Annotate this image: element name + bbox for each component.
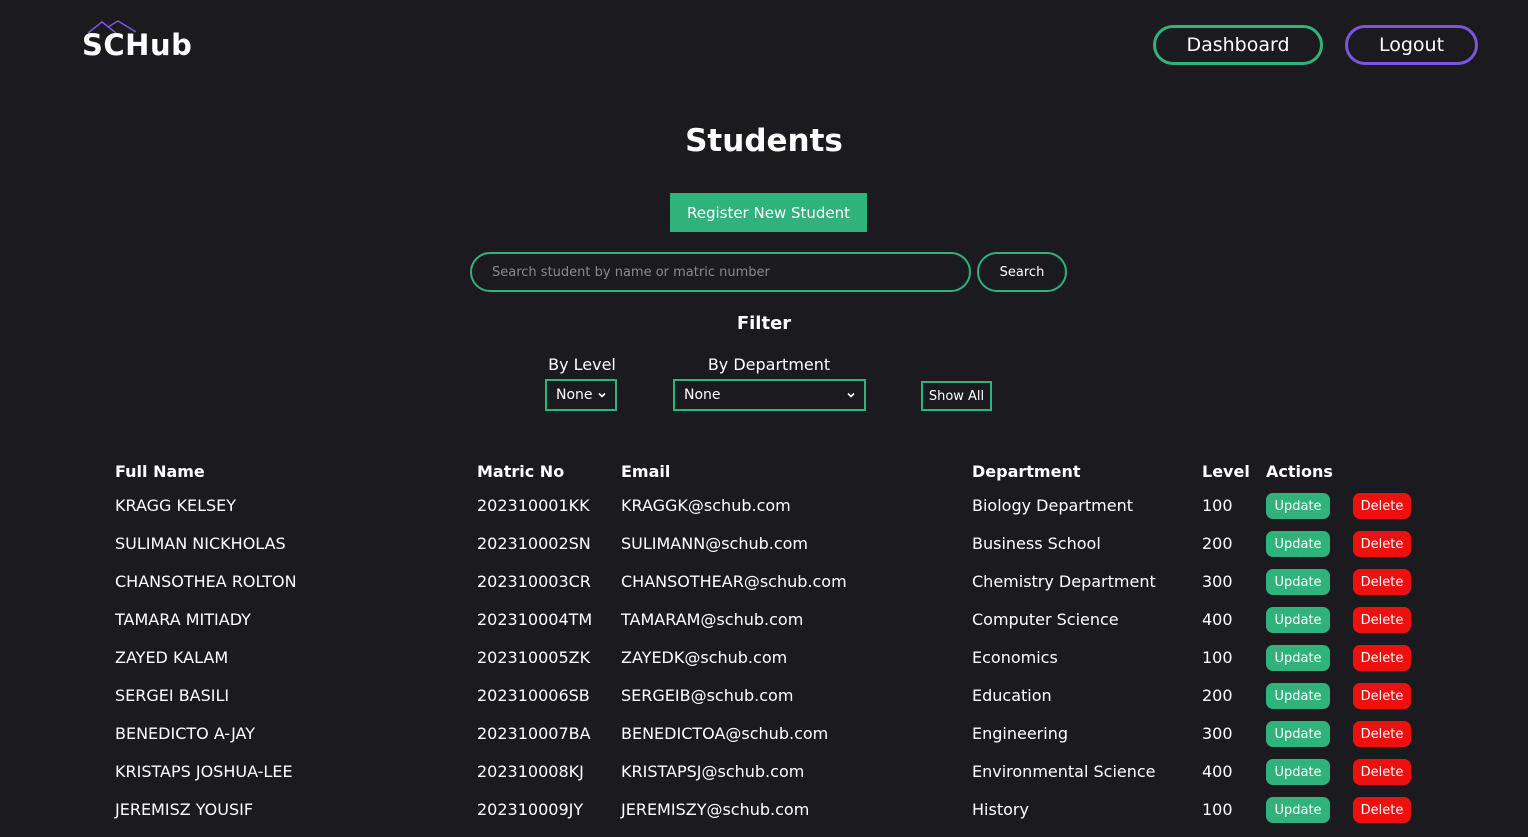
filter-heading: Filter (736, 313, 792, 334)
header-actions: Actions (1266, 462, 1333, 481)
student-level: 100 (1202, 800, 1233, 819)
update-button[interactable]: Update (1266, 683, 1330, 709)
student-matric: 202310001KK (477, 496, 590, 515)
chevron-down-icon (598, 392, 606, 398)
student-name: SULIMAN NICKHOLAS (115, 534, 286, 553)
student-department: Economics (972, 648, 1058, 667)
student-department: Environmental Science (972, 762, 1156, 781)
student-name: TAMARA MITIADY (115, 610, 251, 629)
student-level: 200 (1202, 686, 1233, 705)
student-name: ZAYED KALAM (115, 648, 229, 667)
table-row: KRAGG KELSEY 202310001KK KRAGGK@schub.co… (0, 487, 1528, 525)
table-row: SERGEI BASILI 202310006SB SERGEIB@schub.… (0, 677, 1528, 715)
level-select[interactable]: None (545, 379, 617, 411)
table-header: Full Name Matric No Email Department Lev… (0, 453, 1528, 491)
student-department: Education (972, 686, 1052, 705)
student-matric: 202310004TM (477, 610, 593, 629)
student-email: TAMARAM@schub.com (621, 610, 804, 629)
student-department: Computer Science (972, 610, 1119, 629)
department-filter-label: By Department (707, 355, 831, 374)
student-email: JEREMISZY@schub.com (621, 800, 810, 819)
student-name: BENEDICTO A-JAY (115, 724, 255, 743)
level-filter-label: By Level (548, 355, 616, 374)
delete-button[interactable]: Delete (1353, 721, 1411, 747)
student-department: Chemistry Department (972, 572, 1156, 591)
student-name: SERGEI BASILI (115, 686, 230, 705)
delete-button[interactable]: Delete (1353, 607, 1411, 633)
student-matric: 202310007BA (477, 724, 591, 743)
student-email: SERGEIB@schub.com (621, 686, 794, 705)
student-level: 400 (1202, 762, 1233, 781)
header-matric-no: Matric No (477, 462, 565, 481)
student-matric: 202310009JY (477, 800, 584, 819)
update-button[interactable]: Update (1266, 759, 1330, 785)
header-email: Email (621, 462, 671, 481)
chevron-down-icon (847, 392, 855, 398)
table-row: JEREMISZ YOUSIF 202310009JY JEREMISZY@sc… (0, 791, 1528, 829)
update-button[interactable]: Update (1266, 531, 1330, 557)
student-level: 200 (1202, 534, 1233, 553)
department-select[interactable]: None (673, 379, 866, 411)
delete-button[interactable]: Delete (1353, 569, 1411, 595)
update-button[interactable]: Update (1266, 797, 1330, 823)
table-row: CHANSOTHEA ROLTON 202310003CR CHANSOTHEA… (0, 563, 1528, 601)
logout-button[interactable]: Logout (1345, 25, 1478, 65)
header-full-name: Full Name (115, 462, 205, 481)
students-page: SCHub Dashboard Logout Students Register… (0, 0, 1528, 837)
table-row: TAMARA MITIADY 202310004TM TAMARAM@schub… (0, 601, 1528, 639)
delete-button[interactable]: Delete (1353, 683, 1411, 709)
student-matric: 202310008KJ (477, 762, 584, 781)
student-matric: 202310003CR (477, 572, 591, 591)
student-department: Biology Department (972, 496, 1133, 515)
student-department: History (972, 800, 1029, 819)
student-email: ZAYEDK@schub.com (621, 648, 788, 667)
delete-button[interactable]: Delete (1353, 531, 1411, 557)
search-input[interactable] (470, 252, 971, 292)
register-new-student-button[interactable]: Register New Student (670, 193, 867, 232)
student-name: KRAGG KELSEY (115, 496, 237, 515)
level-select-value: None (556, 387, 593, 403)
student-email: CHANSOTHEAR@schub.com (621, 572, 847, 591)
search-button[interactable]: Search (977, 252, 1067, 292)
update-button[interactable]: Update (1266, 645, 1330, 671)
table-row: SULIMAN NICKHOLAS 202310002SN SULIMANN@s… (0, 525, 1528, 563)
student-matric: 202310006SB (477, 686, 590, 705)
header-level: Level (1202, 462, 1250, 481)
student-department: Engineering (972, 724, 1068, 743)
student-matric: 202310002SN (477, 534, 591, 553)
student-department: Business School (972, 534, 1101, 553)
student-name: JEREMISZ YOUSIF (115, 800, 254, 819)
student-matric: 202310005ZK (477, 648, 591, 667)
student-name: CHANSOTHEA ROLTON (115, 572, 297, 591)
delete-button[interactable]: Delete (1353, 645, 1411, 671)
table-row: ZAYED KALAM 202310005ZK ZAYEDK@schub.com… (0, 639, 1528, 677)
student-level: 100 (1202, 648, 1233, 667)
update-button[interactable]: Update (1266, 721, 1330, 747)
delete-button[interactable]: Delete (1353, 493, 1411, 519)
update-button[interactable]: Update (1266, 569, 1330, 595)
table-row: KRISTAPS JOSHUA-LEE 202310008KJ KRISTAPS… (0, 753, 1528, 791)
department-select-value: None (684, 387, 721, 403)
student-level: 300 (1202, 572, 1233, 591)
student-level: 300 (1202, 724, 1233, 743)
show-all-button[interactable]: Show All (921, 381, 992, 411)
student-email: BENEDICTOA@schub.com (621, 724, 829, 743)
student-level: 100 (1202, 496, 1233, 515)
logo-text: SCHub (82, 28, 193, 62)
update-button[interactable]: Update (1266, 607, 1330, 633)
student-name: KRISTAPS JOSHUA-LEE (115, 762, 293, 781)
page-title: Students (685, 123, 843, 159)
dashboard-button[interactable]: Dashboard (1153, 25, 1323, 65)
delete-button[interactable]: Delete (1353, 797, 1411, 823)
delete-button[interactable]: Delete (1353, 759, 1411, 785)
table-row: BENEDICTO A-JAY 202310007BA BENEDICTOA@s… (0, 715, 1528, 753)
update-button[interactable]: Update (1266, 493, 1330, 519)
header-department: Department (972, 462, 1081, 481)
student-email: KRISTAPSJ@schub.com (621, 762, 805, 781)
student-email: KRAGGK@schub.com (621, 496, 791, 515)
student-level: 400 (1202, 610, 1233, 629)
schub-logo[interactable]: SCHub (82, 20, 202, 64)
student-email: SULIMANN@schub.com (621, 534, 809, 553)
